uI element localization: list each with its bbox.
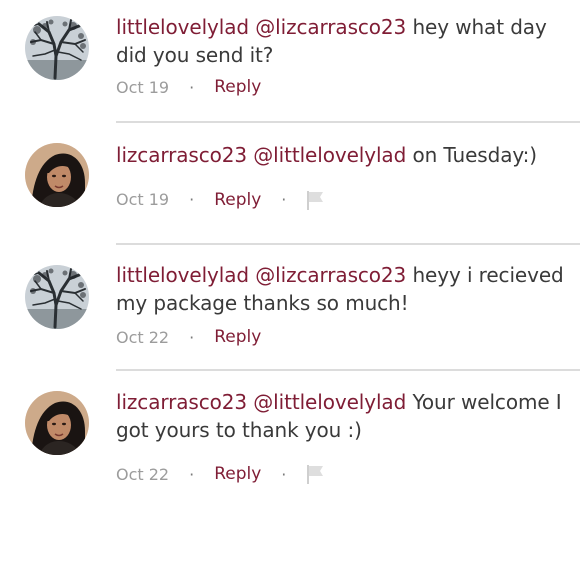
username-link[interactable]: littlelovelylad <box>116 15 249 39</box>
comment-message: on Tuesday:) <box>406 143 537 167</box>
separator-dot: · <box>189 464 195 484</box>
comment-text: littlelovelylad @lizcarrasco23 hey what … <box>116 14 572 69</box>
separator-dot: · <box>189 327 195 347</box>
tree-silhouette-avatar-icon <box>25 265 89 329</box>
tree-silhouette-avatar-icon <box>25 16 89 80</box>
comment-body: littlelovelylad @lizcarrasco23 heyy i re… <box>116 262 572 348</box>
comment-meta: Oct 22 · Reply <box>116 326 572 348</box>
comment-divider <box>116 121 580 123</box>
comment-divider <box>116 369 580 371</box>
avatar[interactable] <box>25 391 89 455</box>
mention-link[interactable]: @littlelovelylad <box>253 390 406 414</box>
reply-button[interactable]: Reply <box>214 327 261 347</box>
woman-portrait-avatar-icon <box>25 391 89 455</box>
flag-icon[interactable] <box>304 189 326 211</box>
comment-body: littlelovelylad @lizcarrasco23 hey what … <box>116 14 572 98</box>
comment-text: lizcarrasco23 @littlelovelylad Your welc… <box>116 389 572 444</box>
avatar[interactable] <box>25 16 89 80</box>
comment-date: Oct 19 <box>116 190 170 209</box>
comment-date: Oct 22 <box>116 464 170 484</box>
comment-thread: littlelovelylad @lizcarrasco23 hey what … <box>0 0 580 580</box>
mention-link[interactable]: @littlelovelylad <box>253 143 406 167</box>
woman-portrait-avatar-icon <box>25 143 89 207</box>
reply-button[interactable]: Reply <box>214 464 261 484</box>
separator-dot: · <box>189 190 195 209</box>
reply-button[interactable]: Reply <box>214 190 261 210</box>
comment-divider <box>116 243 580 245</box>
comment-meta: Oct 19 · Reply · <box>116 189 572 211</box>
separator-dot: · <box>281 190 287 209</box>
avatar[interactable] <box>25 143 89 207</box>
comment-text: lizcarrasco23 @littlelovelylad on Tuesda… <box>116 142 572 170</box>
comment-body: lizcarrasco23 @littlelovelylad Your welc… <box>116 389 572 485</box>
flag-icon[interactable] <box>304 463 326 485</box>
mention-link[interactable]: @lizcarrasco23 <box>255 263 406 287</box>
username-link[interactable]: littlelovelylad <box>116 263 249 287</box>
mention-link[interactable]: @lizcarrasco23 <box>255 15 406 39</box>
comment-date: Oct 22 <box>116 327 170 347</box>
separator-dot: · <box>189 77 195 97</box>
username-link[interactable]: lizcarrasco23 <box>116 390 247 414</box>
comment-meta: Oct 22 · Reply · <box>116 463 572 485</box>
separator-dot: · <box>281 464 287 484</box>
username-link[interactable]: lizcarrasco23 <box>116 143 247 167</box>
comment-body: lizcarrasco23 @littlelovelylad on Tuesda… <box>116 142 572 211</box>
avatar[interactable] <box>25 265 89 329</box>
comment-date: Oct 19 <box>116 77 170 97</box>
reply-button[interactable]: Reply <box>214 77 261 97</box>
comment-meta: Oct 19 · Reply <box>116 76 572 98</box>
comment-text: littlelovelylad @lizcarrasco23 heyy i re… <box>116 262 572 317</box>
